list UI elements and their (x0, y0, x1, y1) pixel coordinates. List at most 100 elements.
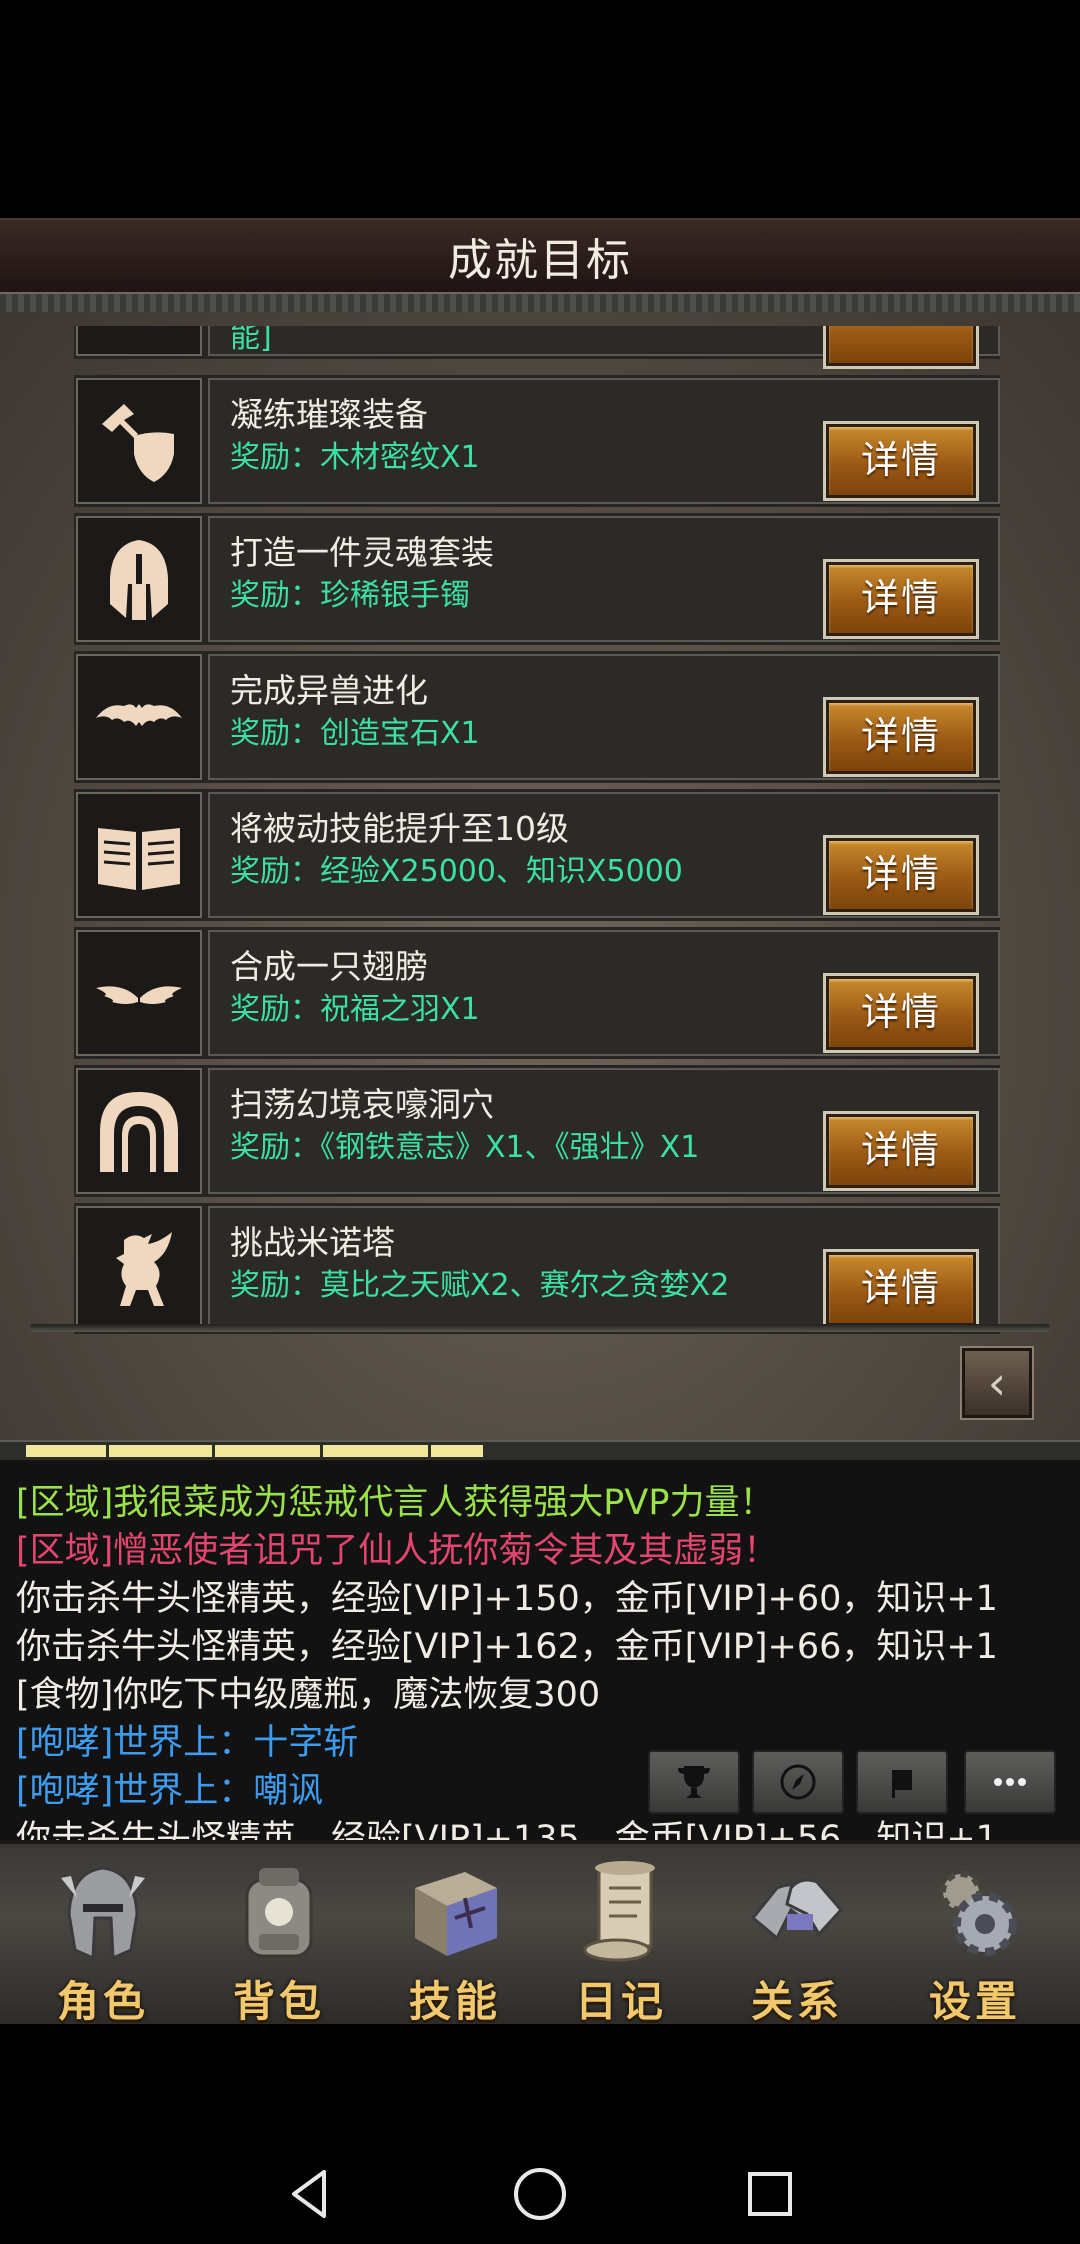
nav-label-skills: 技能 (408, 1977, 501, 2026)
achievement-row: 将被动技能提升至10级 奖励：经验X25000、知识X5000 详情 (74, 790, 1000, 918)
achievement-row-body: 打造一件灵魂套装 奖励：珍稀银手镯 详情 (208, 516, 1000, 642)
backpack-icon (245, 1868, 313, 1958)
nav-item-relations[interactable]: 关系 (722, 1858, 872, 2026)
home-icon[interactable] (510, 2164, 570, 2224)
achievement-row-body: 扫荡幻境哀嚎洞穴 奖励：《钢铁意志》X1、《强壮》X1 详情 (208, 1068, 1000, 1194)
cave-arch-icon (100, 1092, 178, 1172)
detail-button[interactable]: 详情 (826, 1252, 976, 1326)
achievement-row: 挑战米诺塔 奖励：莫比之天赋X2、赛尔之贪婪X2 详情 (74, 1204, 1000, 1332)
achievement-row-body: 合成一只翅膀 奖励：祝福之羽X1 详情 (208, 930, 1000, 1056)
trophy-button[interactable] (648, 1750, 740, 1814)
compass-icon (780, 1764, 816, 1800)
detail-button[interactable]: 详情 (826, 562, 976, 636)
flag-button[interactable] (856, 1750, 948, 1814)
detail-button[interactable]: 详情 (826, 838, 976, 912)
more-button[interactable] (964, 1750, 1056, 1814)
exp-bar-tick (860, 1442, 863, 1460)
nav-label-settings: 设置 (928, 1977, 1021, 2026)
compass-button[interactable] (752, 1750, 844, 1814)
achievement-panel: 能] 凝练璀璨装备 奖励：木材密纹X1 详情 打造一件灵魂套装 奖励：珍稀银手镯… (0, 312, 1080, 1440)
achievement-list[interactable]: 能] 凝练璀璨装备 奖励：木材密纹X1 详情 打造一件灵魂套装 奖励：珍稀银手镯… (74, 326, 1000, 1334)
more-icon (994, 1778, 1026, 1786)
detail-button[interactable]: 详情 (826, 1114, 976, 1188)
partial-row-text: 能] (230, 326, 272, 355)
achievement-reward: 奖励：经验X25000、知识X5000 (230, 854, 683, 889)
nav-label-relations: 关系 (750, 1977, 843, 2026)
chat-line: [食物]你吃下中级魔瓶，魔法恢复300 (16, 1675, 601, 1715)
achievement-row-body: 将被动技能提升至10级 奖励：经验X25000、知识X5000 详情 (208, 792, 1000, 918)
gear-icon (940, 1871, 1017, 1956)
achievement-reward: 奖励：创造宝石X1 (230, 716, 480, 751)
achievement-row-body: 完成异兽进化 奖励：创造宝石X1 详情 (208, 654, 1000, 780)
detail-button[interactable]: 详情 (826, 424, 976, 498)
nav-label-character: 角色 (56, 1977, 149, 2026)
achievement-icon-box (76, 378, 202, 504)
recents-icon[interactable] (740, 2164, 800, 2224)
achievement-title: 扫荡幻境哀嚎洞穴 (230, 1085, 494, 1124)
chat-line: [咆哮]世界上：嘲讽 (16, 1771, 324, 1811)
exp-bar-tick (752, 1442, 755, 1460)
achievement-row: 打造一件灵魂套装 奖励：珍稀银手镯 详情 (74, 514, 1000, 642)
spartan-helmet-icon (110, 540, 168, 620)
griffin-icon (116, 1232, 172, 1306)
nav-item-settings[interactable]: 设置 (900, 1858, 1050, 2026)
scroll-icon (583, 1861, 655, 1962)
achievement-title: 将被动技能提升至10级 (230, 809, 569, 848)
chat-line: 你击杀牛头怪精英，经验[VIP]+135，金币[VIP]+56，知识+1 (16, 1819, 998, 1840)
achievement-row-body: 凝练璀璨装备 奖励：木材密纹X1 详情 (208, 378, 1000, 504)
flag-icon (892, 1770, 912, 1798)
achievement-title: 合成一只翅膀 (230, 947, 428, 986)
achievement-row-body: 挑战米诺塔 奖励：莫比之天赋X2、赛尔之贪婪X2 详情 (208, 1206, 1000, 1332)
system-navigation-bar (0, 2140, 1080, 2244)
partial-icon-box (76, 326, 202, 356)
detail-button[interactable]: 详情 (826, 976, 976, 1050)
achievement-title: 挑战米诺塔 (230, 1223, 395, 1262)
nav-item-backpack[interactable]: 背包 (204, 1858, 354, 2026)
partial-detail-button[interactable] (826, 326, 976, 366)
detail-button[interactable]: 详情 (826, 700, 976, 774)
achievement-icon-box (76, 930, 202, 1056)
back-button[interactable]: ‹ (962, 1348, 1032, 1418)
chat-log[interactable]: [区域]我很菜成为惩戒代言人获得强大PVP力量！ [区域]憎恶使者诅咒了仙人抚你… (0, 1460, 1080, 1840)
nav-item-skills[interactable]: 技能 (380, 1858, 530, 2026)
achievement-reward: 奖励：珍稀银手镯 (230, 578, 470, 613)
achievement-icon-box (76, 654, 202, 780)
achievement-row: 凝练璀璨装备 奖励：木材密纹X1 详情 (74, 376, 1000, 504)
wings-icon (96, 986, 182, 1004)
page-title: 成就目标 (448, 235, 632, 286)
exp-bar-tick (428, 1442, 431, 1460)
achievement-icon-box (76, 1068, 202, 1194)
nav-item-diary[interactable]: 日记 (546, 1858, 696, 2026)
achievement-icon-box (76, 792, 202, 918)
axe-shield-icon (102, 404, 174, 482)
helmet-icon (61, 1866, 145, 1961)
exp-bar-tick (536, 1442, 539, 1460)
title-bar: 成就目标 (0, 218, 1080, 294)
bat-icon (96, 704, 182, 726)
handshake-icon (750, 1878, 844, 1941)
exp-bar-tick (106, 1442, 109, 1460)
achievement-title: 打造一件灵魂套装 (230, 533, 494, 572)
spellbook-icon (415, 1872, 497, 1956)
achievement-reward: 奖励：莫比之天赋X2、赛尔之贪婪X2 (230, 1268, 730, 1303)
nav-item-character[interactable]: 角色 (28, 1858, 178, 2026)
exp-bar-tick (212, 1442, 215, 1460)
panel-divider (30, 1324, 1050, 1332)
partial-row-body: 能] (208, 326, 1000, 366)
chat-line: 你击杀牛头怪精英，经验[VIP]+150，金币[VIP]+60，知识+1 (16, 1579, 998, 1619)
achievement-row: 扫荡幻境哀嚎洞穴 奖励：《钢铁意志》X1、《强壮》X1 详情 (74, 1066, 1000, 1194)
achievement-row: 完成异兽进化 奖励：创造宝石X1 详情 (74, 652, 1000, 780)
back-icon[interactable] (280, 2164, 340, 2224)
bottom-nav: 角色 背包 技能 日记 关系 设置 (0, 1840, 1080, 2026)
open-book-icon (98, 828, 180, 890)
nav-label-backpack: 背包 (232, 1977, 325, 2026)
chat-line: 你击杀牛头怪精英，经验[VIP]+162，金币[VIP]+66，知识+1 (16, 1627, 998, 1667)
achievement-reward: 奖励：祝福之羽X1 (230, 992, 480, 1027)
trophy-icon (678, 1766, 710, 1798)
experience-bar (0, 1440, 1080, 1462)
exp-bar-tick (644, 1442, 647, 1460)
experience-bar-fill (26, 1445, 483, 1457)
chevron-left-icon: ‹ (987, 1356, 1007, 1410)
achievement-reward: 奖励：《钢铁意志》X1、《强壮》X1 (230, 1130, 700, 1165)
exp-bar-tick (320, 1442, 323, 1460)
